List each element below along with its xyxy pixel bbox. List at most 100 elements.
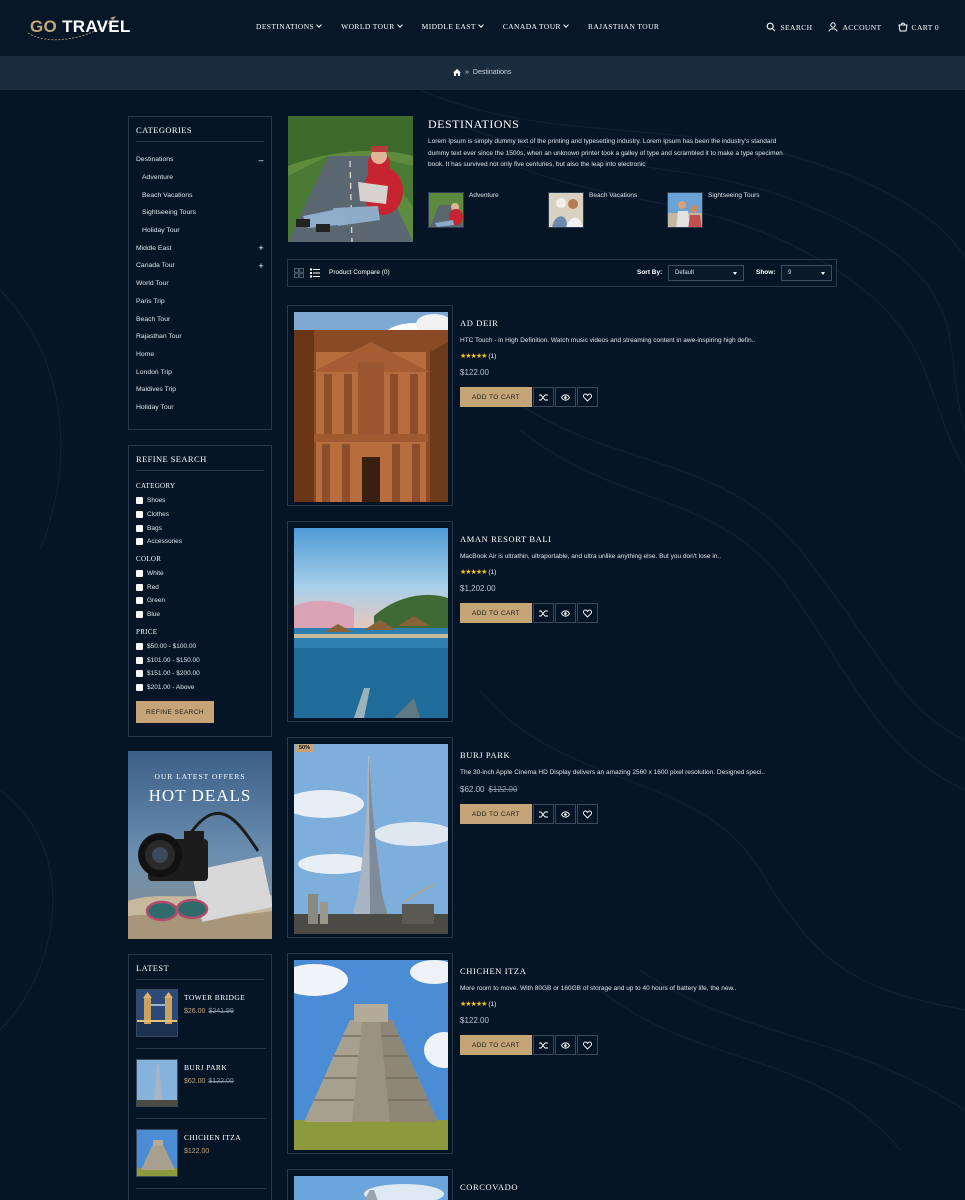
category-item[interactable]: Holiday Tour: [136, 222, 266, 240]
quick-view-button[interactable]: [555, 387, 576, 407]
grid-view-icon[interactable]: [294, 268, 304, 278]
wishlist-button[interactable]: [577, 387, 598, 407]
category-item[interactable]: Paris Trip: [136, 293, 266, 311]
category-item[interactable]: World Tour: [136, 275, 266, 293]
latest-price: $26.00 $241.99: [184, 1008, 234, 1015]
expand-icon[interactable]: +: [256, 261, 266, 271]
refine-search-button[interactable]: REFINE SEARCH: [136, 701, 214, 723]
subcategory-adventure[interactable]: Adventure: [428, 192, 499, 228]
filter-option[interactable]: Blue: [136, 608, 271, 622]
product-name[interactable]: AD DEIR: [460, 318, 755, 328]
filter-option[interactable]: Green: [136, 594, 271, 608]
compare-button[interactable]: [533, 603, 554, 623]
checkbox[interactable]: [136, 656, 143, 664]
category-item[interactable]: Destinations –: [136, 151, 266, 169]
nav-item-middle-east[interactable]: MIDDLE EAST: [422, 22, 484, 31]
checkbox[interactable]: [136, 524, 143, 532]
filter-option[interactable]: Clothes: [136, 508, 271, 522]
checkbox[interactable]: [136, 538, 143, 546]
category-item[interactable]: Adventure: [136, 169, 266, 187]
list-view-icon[interactable]: [310, 268, 320, 278]
filter-option[interactable]: Accessories: [136, 535, 271, 549]
hot-deals-banner[interactable]: OUR LATEST OFFERS HOT DEALS: [128, 751, 272, 939]
quick-view-button[interactable]: [555, 1035, 576, 1055]
product-name[interactable]: BURJ PARK: [460, 750, 765, 760]
checkbox[interactable]: [136, 570, 143, 578]
breadcrumb-current[interactable]: Destinations: [473, 69, 512, 76]
checkbox[interactable]: [136, 583, 143, 591]
product-image[interactable]: [294, 312, 448, 502]
checkbox[interactable]: [136, 511, 143, 519]
category-item[interactable]: Beach Tour: [136, 310, 266, 328]
checkbox[interactable]: [136, 611, 143, 619]
nav-item-destinations[interactable]: DESTINATIONS: [256, 22, 322, 31]
checkbox[interactable]: [136, 597, 143, 605]
show-select[interactable]: 9: [781, 265, 832, 281]
latest-item[interactable]: TOWER BRIDGE $26.00 $241.99: [136, 989, 266, 1049]
filter-option[interactable]: White: [136, 567, 271, 581]
filter-option[interactable]: $101.00 - $150.00: [136, 653, 271, 667]
filter-option[interactable]: $50.00 - $100.00: [136, 640, 271, 654]
category-item[interactable]: London Trip: [136, 363, 266, 381]
product-compare-link[interactable]: Product Compare (0): [329, 269, 390, 276]
product-name[interactable]: AMAN RESORT BALI: [460, 534, 721, 544]
category-item[interactable]: Beach Vacations: [136, 186, 266, 204]
checkbox[interactable]: [136, 497, 143, 505]
collapse-icon[interactable]: –: [256, 155, 266, 165]
cart-link[interactable]: CART 0: [897, 22, 939, 32]
wishlist-button[interactable]: [577, 1035, 598, 1055]
filter-option[interactable]: Red: [136, 580, 271, 594]
nav-item-world-tour[interactable]: WORLD TOUR: [341, 22, 403, 31]
filter-option[interactable]: Bags: [136, 521, 271, 535]
category-item[interactable]: Home: [136, 346, 266, 364]
category-item[interactable]: Middle East +: [136, 239, 266, 257]
nav-item-canada-tour[interactable]: CANADA TOUR: [503, 22, 569, 31]
filter-option[interactable]: Shoes: [136, 494, 271, 508]
product-image[interactable]: [294, 528, 448, 718]
category-item[interactable]: Canada Tour +: [136, 257, 266, 275]
expand-icon[interactable]: +: [256, 243, 266, 253]
checkbox[interactable]: [136, 642, 143, 650]
add-to-cart-button[interactable]: ADD TO CART: [460, 603, 532, 623]
checkbox[interactable]: [136, 683, 143, 691]
checkbox[interactable]: [136, 670, 143, 678]
product-image[interactable]: [294, 1176, 448, 1200]
wishlist-button[interactable]: [577, 603, 598, 623]
latest-item[interactable]: CHICHEN ITZA $122.00: [136, 1129, 266, 1189]
latest-item[interactable]: BURJ PARK $62.00 $122.00: [136, 1059, 266, 1119]
account-link[interactable]: ACCOUNT: [828, 22, 881, 32]
add-to-cart-button[interactable]: ADD TO CART: [460, 804, 532, 824]
product-name[interactable]: CORCOVADO: [460, 1182, 518, 1192]
latest-thumb[interactable]: [136, 989, 178, 1037]
category-item[interactable]: Maldives Trip: [136, 381, 266, 399]
subcategory-beach-vacations[interactable]: Beach Vacations: [548, 192, 637, 228]
product-image[interactable]: [294, 960, 448, 1150]
compare-button[interactable]: [533, 387, 554, 407]
search-link[interactable]: SEARCH: [766, 22, 812, 32]
product-name[interactable]: CHICHEN ITZA: [460, 966, 736, 976]
quick-view-button[interactable]: [555, 603, 576, 623]
latest-name[interactable]: TOWER BRIDGE: [184, 993, 245, 1002]
latest-name[interactable]: BURJ PARK: [184, 1063, 227, 1072]
product-image[interactable]: [294, 744, 448, 934]
latest-thumb[interactable]: [136, 1129, 178, 1177]
star-rating-icons: ★★★★★: [460, 353, 487, 360]
home-icon[interactable]: [453, 69, 461, 76]
nav-item-rajasthan-tour[interactable]: RAJASTHAN TOUR: [588, 22, 659, 31]
category-item[interactable]: Holiday Tour: [136, 399, 266, 417]
sort-select[interactable]: Default: [668, 265, 744, 281]
add-to-cart-button[interactable]: ADD TO CART: [460, 387, 532, 407]
latest-thumb[interactable]: [136, 1059, 178, 1107]
quick-view-button[interactable]: [555, 804, 576, 824]
compare-button[interactable]: [533, 804, 554, 824]
add-to-cart-button[interactable]: ADD TO CART: [460, 1035, 532, 1055]
category-item[interactable]: Rajasthan Tour: [136, 328, 266, 346]
wishlist-button[interactable]: [577, 804, 598, 824]
logo[interactable]: GO TRAVEL: [30, 17, 131, 37]
subcategory-sightseeing-tours[interactable]: Sightseeing Tours: [667, 192, 760, 228]
compare-button[interactable]: [533, 1035, 554, 1055]
latest-name[interactable]: CHICHEN ITZA: [184, 1133, 241, 1142]
filter-option[interactable]: $151.00 - $200.00: [136, 667, 271, 681]
category-item[interactable]: Sightseeing Tours: [136, 204, 266, 222]
filter-option[interactable]: $201.00 - Above: [136, 681, 271, 695]
